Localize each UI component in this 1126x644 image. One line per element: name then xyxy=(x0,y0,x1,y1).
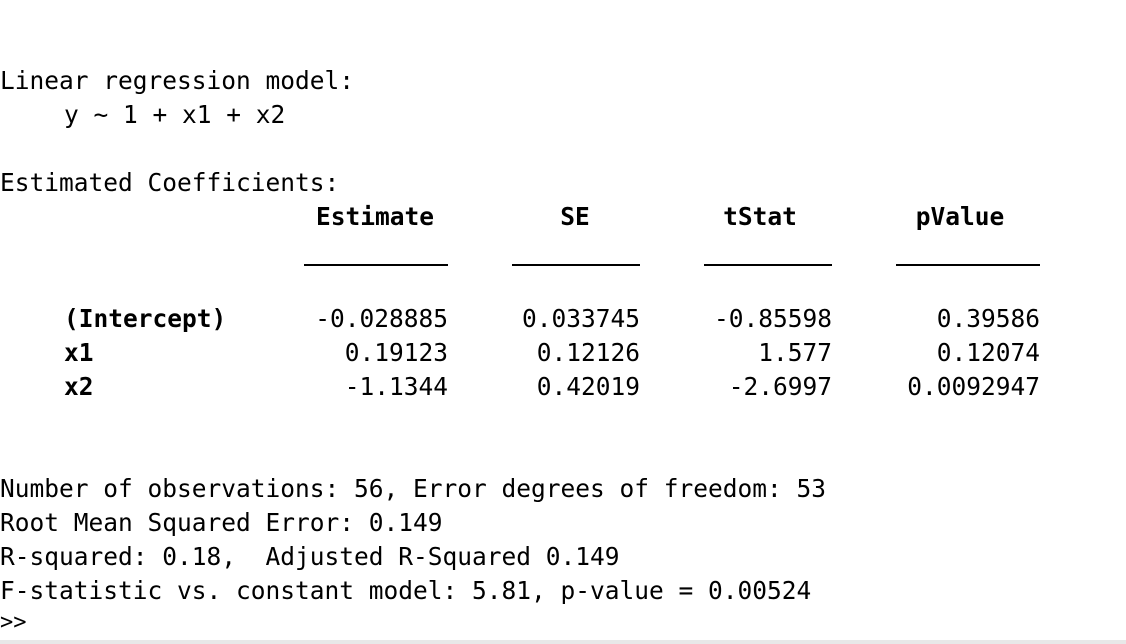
estimate-value: -0.028885 xyxy=(315,304,448,333)
model-formula: y ~ 1 + x1 + x2 xyxy=(64,100,286,129)
pvalue-value: 0.12074 xyxy=(936,338,1040,367)
column-header-se: SE xyxy=(560,202,590,231)
tstat-value: -2.6997 xyxy=(728,372,832,401)
column-underline-tstat xyxy=(704,264,832,266)
f-statistic-summary: F-statistic vs. constant model: 5.81, p-… xyxy=(0,576,812,605)
column-header-tstat: tStat xyxy=(723,202,797,231)
column-header-pvalue: pValue xyxy=(915,202,1005,231)
column-underline-pvalue xyxy=(896,264,1040,266)
command-window-output: Linear regression model: y ~ 1 + x1 + x2… xyxy=(0,0,1126,644)
tstat-value: -0.85598 xyxy=(713,304,832,333)
command-prompt[interactable]: >> xyxy=(0,608,27,638)
model-header: Linear regression model: xyxy=(0,66,355,95)
window-bottom-edge xyxy=(0,640,1126,644)
row-label: x2 xyxy=(64,372,94,401)
row-label: x1 xyxy=(64,338,94,367)
r-squared-summary: R-squared: 0.18, Adjusted R-Squared 0.14… xyxy=(0,542,620,571)
pvalue-value: 0.39586 xyxy=(936,304,1040,333)
column-header-estimate: Estimate xyxy=(315,202,434,231)
estimate-value: 0.19123 xyxy=(344,338,448,367)
coefficients-header: Estimated Coefficients: xyxy=(0,168,340,197)
se-value: 0.033745 xyxy=(521,304,640,333)
tstat-value: 1.577 xyxy=(758,338,832,367)
se-value: 0.42019 xyxy=(536,372,640,401)
observations-summary: Number of observations: 56, Error degree… xyxy=(0,474,827,503)
pvalue-value: 0.0092947 xyxy=(907,372,1040,401)
column-underline-se xyxy=(512,264,640,266)
rmse-summary: Root Mean Squared Error: 0.149 xyxy=(0,508,443,537)
row-label: (Intercept) xyxy=(64,304,227,333)
estimate-value: -1.1344 xyxy=(344,372,448,401)
column-underline-estimate xyxy=(304,264,448,266)
se-value: 0.12126 xyxy=(536,338,640,367)
